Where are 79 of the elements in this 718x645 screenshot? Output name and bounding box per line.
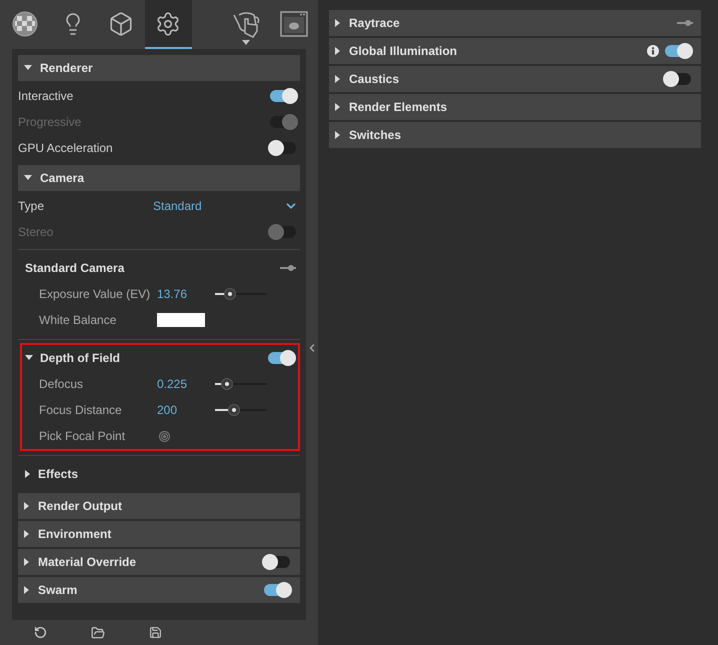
group-title: Depth of Field [40, 351, 121, 365]
property-label: Pick Focal Point [39, 429, 126, 443]
pin-icon[interactable] [677, 20, 693, 26]
toggle-switch[interactable] [663, 43, 693, 59]
property-label: Exposure Value (EV) [39, 287, 152, 301]
expand-caret-icon[interactable] [24, 530, 30, 538]
open-folder-button[interactable] [91, 626, 105, 640]
section-header[interactable]: Camera [18, 165, 300, 191]
group-title: Standard Camera [25, 261, 126, 275]
toggle-switch[interactable] [663, 71, 693, 87]
section-title: Material Override [38, 555, 138, 569]
expand-caret-icon[interactable] [25, 470, 31, 478]
target-icon[interactable] [159, 430, 170, 442]
section-header[interactable]: Switches [329, 122, 701, 148]
expand-caret-icon[interactable] [335, 75, 341, 83]
group-title: Effects [38, 467, 80, 481]
expand-caret-icon[interactable] [24, 586, 30, 594]
section-title: Raytrace [349, 16, 401, 30]
render-window-icon [280, 10, 308, 36]
checkered-sphere-icon [12, 10, 38, 36]
property-label: Progressive [18, 115, 82, 129]
reset-button[interactable] [34, 626, 47, 639]
property-label: Interactive [18, 89, 74, 103]
toggle-switch[interactable] [268, 140, 298, 156]
property-label: GPU Acceleration [18, 141, 114, 155]
property-label: Defocus [39, 377, 84, 391]
toggle-switch[interactable] [262, 554, 292, 570]
section-header[interactable]: Material Override [18, 549, 300, 575]
collapse-caret-icon[interactable] [24, 175, 32, 181]
settings-icon [155, 10, 182, 36]
section-header[interactable]: Renderer [18, 55, 300, 81]
collapse-caret-icon[interactable] [24, 65, 32, 71]
expand-caret-icon[interactable] [335, 19, 341, 27]
save-button[interactable] [149, 626, 162, 639]
property-label: Stereo [18, 225, 54, 239]
section-title: Environment [38, 527, 112, 541]
section-header[interactable]: Render Elements [329, 94, 701, 120]
toggle-switch[interactable] [262, 582, 292, 598]
property-value[interactable]: 13.76 [157, 287, 215, 301]
section-title: Render Output [38, 499, 123, 513]
pin-icon[interactable] [280, 265, 296, 271]
expand-caret-icon[interactable] [335, 103, 341, 111]
section-title: Switches [349, 128, 402, 142]
section-header[interactable]: Caustics [329, 66, 701, 92]
property-label: Focus Distance [39, 403, 123, 417]
color-swatch[interactable] [157, 313, 205, 327]
property-value[interactable]: 200 [157, 403, 215, 417]
type-dropdown-value[interactable]: Standard [153, 199, 284, 213]
section-header[interactable]: Global Illumination [329, 38, 701, 64]
toolbar-tab[interactable] [145, 0, 192, 49]
property-label: White Balance [39, 313, 118, 327]
dropdown-caret-icon[interactable] [242, 40, 250, 45]
section-title: Render Elements [349, 100, 448, 114]
slider-thumb[interactable] [224, 288, 236, 300]
collapse-caret-icon[interactable] [25, 355, 33, 361]
slider-thumb[interactable] [228, 404, 240, 416]
toggle-switch[interactable] [266, 350, 296, 366]
expand-caret-icon[interactable] [335, 131, 341, 139]
section-title: Caustics [349, 72, 400, 86]
section-title: Global Illumination [349, 44, 458, 58]
toggle-switch[interactable] [268, 88, 298, 104]
expand-caret-icon[interactable] [335, 47, 341, 55]
section-header[interactable]: Render Output [18, 493, 300, 519]
slider[interactable] [215, 378, 267, 390]
property-label: Type [18, 199, 46, 213]
property-value[interactable]: 0.225 [157, 377, 215, 391]
section-header[interactable]: Raytrace [329, 10, 701, 36]
section-header[interactable]: Swarm [18, 577, 300, 603]
slider[interactable] [215, 288, 267, 300]
cube-icon [108, 10, 134, 36]
section-title: Swarm [38, 583, 78, 597]
info-icon[interactable] [647, 45, 659, 57]
slider[interactable] [215, 404, 267, 416]
section-title: Renderer [40, 61, 94, 75]
slider-thumb[interactable] [220, 378, 233, 390]
section-title: Camera [40, 171, 86, 185]
expand-caret-icon[interactable] [24, 558, 30, 566]
expand-caret-icon[interactable] [24, 502, 30, 510]
section-header[interactable]: Environment [18, 521, 300, 547]
